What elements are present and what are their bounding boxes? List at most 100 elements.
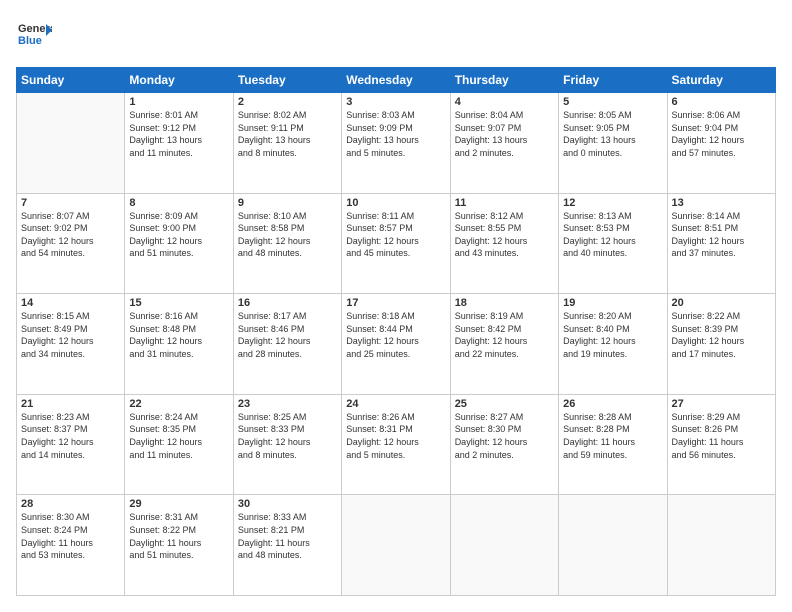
day-number: 25 — [455, 398, 554, 410]
calendar-cell — [450, 495, 558, 596]
day-number: 6 — [672, 96, 771, 108]
calendar-cell — [667, 495, 775, 596]
day-number: 17 — [346, 297, 445, 309]
logo: General Blue — [16, 16, 52, 57]
day-number: 2 — [238, 96, 337, 108]
day-info: Sunrise: 8:19 AM Sunset: 8:42 PM Dayligh… — [455, 310, 554, 360]
calendar-cell: 29Sunrise: 8:31 AM Sunset: 8:22 PM Dayli… — [125, 495, 233, 596]
day-info: Sunrise: 8:07 AM Sunset: 9:02 PM Dayligh… — [21, 210, 120, 260]
day-info: Sunrise: 8:01 AM Sunset: 9:12 PM Dayligh… — [129, 109, 228, 159]
day-number: 14 — [21, 297, 120, 309]
calendar-cell: 3Sunrise: 8:03 AM Sunset: 9:09 PM Daylig… — [342, 93, 450, 194]
calendar-cell: 17Sunrise: 8:18 AM Sunset: 8:44 PM Dayli… — [342, 294, 450, 395]
day-number: 13 — [672, 197, 771, 209]
day-info: Sunrise: 8:25 AM Sunset: 8:33 PM Dayligh… — [238, 411, 337, 461]
weekday-header-friday: Friday — [559, 68, 667, 93]
day-number: 1 — [129, 96, 228, 108]
day-number: 12 — [563, 197, 662, 209]
day-info: Sunrise: 8:14 AM Sunset: 8:51 PM Dayligh… — [672, 210, 771, 260]
svg-text:Blue: Blue — [18, 35, 42, 47]
day-info: Sunrise: 8:33 AM Sunset: 8:21 PM Dayligh… — [238, 511, 337, 561]
calendar-cell: 16Sunrise: 8:17 AM Sunset: 8:46 PM Dayli… — [233, 294, 341, 395]
calendar-cell: 18Sunrise: 8:19 AM Sunset: 8:42 PM Dayli… — [450, 294, 558, 395]
day-info: Sunrise: 8:02 AM Sunset: 9:11 PM Dayligh… — [238, 109, 337, 159]
day-info: Sunrise: 8:29 AM Sunset: 8:26 PM Dayligh… — [672, 411, 771, 461]
day-number: 8 — [129, 197, 228, 209]
day-info: Sunrise: 8:26 AM Sunset: 8:31 PM Dayligh… — [346, 411, 445, 461]
day-info: Sunrise: 8:23 AM Sunset: 8:37 PM Dayligh… — [21, 411, 120, 461]
day-number: 21 — [21, 398, 120, 410]
calendar-cell: 22Sunrise: 8:24 AM Sunset: 8:35 PM Dayli… — [125, 394, 233, 495]
calendar-cell: 27Sunrise: 8:29 AM Sunset: 8:26 PM Dayli… — [667, 394, 775, 495]
calendar-week-row: 1Sunrise: 8:01 AM Sunset: 9:12 PM Daylig… — [17, 93, 776, 194]
weekday-header-saturday: Saturday — [667, 68, 775, 93]
day-number: 29 — [129, 498, 228, 510]
day-number: 5 — [563, 96, 662, 108]
calendar-cell: 13Sunrise: 8:14 AM Sunset: 8:51 PM Dayli… — [667, 193, 775, 294]
weekday-header-tuesday: Tuesday — [233, 68, 341, 93]
weekday-header-monday: Monday — [125, 68, 233, 93]
calendar-cell: 19Sunrise: 8:20 AM Sunset: 8:40 PM Dayli… — [559, 294, 667, 395]
day-info: Sunrise: 8:06 AM Sunset: 9:04 PM Dayligh… — [672, 109, 771, 159]
day-info: Sunrise: 8:18 AM Sunset: 8:44 PM Dayligh… — [346, 310, 445, 360]
calendar-cell: 11Sunrise: 8:12 AM Sunset: 8:55 PM Dayli… — [450, 193, 558, 294]
day-info: Sunrise: 8:05 AM Sunset: 9:05 PM Dayligh… — [563, 109, 662, 159]
day-info: Sunrise: 8:15 AM Sunset: 8:49 PM Dayligh… — [21, 310, 120, 360]
day-info: Sunrise: 8:04 AM Sunset: 9:07 PM Dayligh… — [455, 109, 554, 159]
day-number: 18 — [455, 297, 554, 309]
day-number: 26 — [563, 398, 662, 410]
day-info: Sunrise: 8:17 AM Sunset: 8:46 PM Dayligh… — [238, 310, 337, 360]
logo-icon: General Blue — [16, 16, 52, 52]
day-number: 15 — [129, 297, 228, 309]
day-number: 27 — [672, 398, 771, 410]
day-info: Sunrise: 8:12 AM Sunset: 8:55 PM Dayligh… — [455, 210, 554, 260]
day-info: Sunrise: 8:11 AM Sunset: 8:57 PM Dayligh… — [346, 210, 445, 260]
calendar-cell: 2Sunrise: 8:02 AM Sunset: 9:11 PM Daylig… — [233, 93, 341, 194]
calendar-cell: 15Sunrise: 8:16 AM Sunset: 8:48 PM Dayli… — [125, 294, 233, 395]
calendar-cell — [559, 495, 667, 596]
weekday-header-sunday: Sunday — [17, 68, 125, 93]
day-number: 4 — [455, 96, 554, 108]
calendar-cell: 24Sunrise: 8:26 AM Sunset: 8:31 PM Dayli… — [342, 394, 450, 495]
calendar-cell: 1Sunrise: 8:01 AM Sunset: 9:12 PM Daylig… — [125, 93, 233, 194]
calendar-cell: 28Sunrise: 8:30 AM Sunset: 8:24 PM Dayli… — [17, 495, 125, 596]
page: General Blue SundayMondayTuesdayWednesda… — [0, 0, 792, 612]
calendar-cell — [17, 93, 125, 194]
calendar-cell: 9Sunrise: 8:10 AM Sunset: 8:58 PM Daylig… — [233, 193, 341, 294]
calendar-week-row: 28Sunrise: 8:30 AM Sunset: 8:24 PM Dayli… — [17, 495, 776, 596]
day-number: 10 — [346, 197, 445, 209]
day-info: Sunrise: 8:30 AM Sunset: 8:24 PM Dayligh… — [21, 511, 120, 561]
weekday-header-row: SundayMondayTuesdayWednesdayThursdayFrid… — [17, 68, 776, 93]
day-number: 19 — [563, 297, 662, 309]
day-number: 7 — [21, 197, 120, 209]
calendar-cell: 6Sunrise: 8:06 AM Sunset: 9:04 PM Daylig… — [667, 93, 775, 194]
day-number: 30 — [238, 498, 337, 510]
calendar-cell: 30Sunrise: 8:33 AM Sunset: 8:21 PM Dayli… — [233, 495, 341, 596]
calendar-week-row: 14Sunrise: 8:15 AM Sunset: 8:49 PM Dayli… — [17, 294, 776, 395]
calendar-cell: 26Sunrise: 8:28 AM Sunset: 8:28 PM Dayli… — [559, 394, 667, 495]
calendar-cell: 21Sunrise: 8:23 AM Sunset: 8:37 PM Dayli… — [17, 394, 125, 495]
calendar-cell: 5Sunrise: 8:05 AM Sunset: 9:05 PM Daylig… — [559, 93, 667, 194]
day-info: Sunrise: 8:28 AM Sunset: 8:28 PM Dayligh… — [563, 411, 662, 461]
day-number: 9 — [238, 197, 337, 209]
day-info: Sunrise: 8:27 AM Sunset: 8:30 PM Dayligh… — [455, 411, 554, 461]
calendar-cell — [342, 495, 450, 596]
day-number: 24 — [346, 398, 445, 410]
day-info: Sunrise: 8:31 AM Sunset: 8:22 PM Dayligh… — [129, 511, 228, 561]
day-number: 11 — [455, 197, 554, 209]
calendar-week-row: 21Sunrise: 8:23 AM Sunset: 8:37 PM Dayli… — [17, 394, 776, 495]
calendar-week-row: 7Sunrise: 8:07 AM Sunset: 9:02 PM Daylig… — [17, 193, 776, 294]
calendar-cell: 10Sunrise: 8:11 AM Sunset: 8:57 PM Dayli… — [342, 193, 450, 294]
calendar-cell: 14Sunrise: 8:15 AM Sunset: 8:49 PM Dayli… — [17, 294, 125, 395]
calendar-cell: 23Sunrise: 8:25 AM Sunset: 8:33 PM Dayli… — [233, 394, 341, 495]
day-number: 22 — [129, 398, 228, 410]
day-info: Sunrise: 8:20 AM Sunset: 8:40 PM Dayligh… — [563, 310, 662, 360]
weekday-header-wednesday: Wednesday — [342, 68, 450, 93]
calendar-cell: 4Sunrise: 8:04 AM Sunset: 9:07 PM Daylig… — [450, 93, 558, 194]
weekday-header-thursday: Thursday — [450, 68, 558, 93]
calendar-cell: 7Sunrise: 8:07 AM Sunset: 9:02 PM Daylig… — [17, 193, 125, 294]
day-info: Sunrise: 8:13 AM Sunset: 8:53 PM Dayligh… — [563, 210, 662, 260]
calendar-cell: 25Sunrise: 8:27 AM Sunset: 8:30 PM Dayli… — [450, 394, 558, 495]
day-info: Sunrise: 8:03 AM Sunset: 9:09 PM Dayligh… — [346, 109, 445, 159]
day-info: Sunrise: 8:09 AM Sunset: 9:00 PM Dayligh… — [129, 210, 228, 260]
